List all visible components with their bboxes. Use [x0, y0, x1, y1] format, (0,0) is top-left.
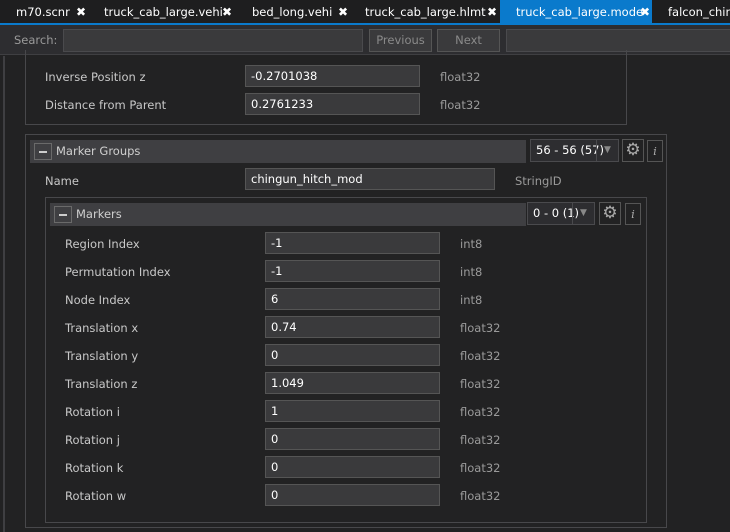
field-input[interactable]: -1: [265, 260, 440, 282]
field-type: float32: [440, 98, 481, 112]
field-type: int8: [460, 293, 483, 307]
field-input[interactable]: -1: [265, 232, 440, 254]
field-type: int8: [460, 237, 483, 251]
markers-panel: Markers 0 - 0 (1) ▼ ⚙ i Region Index -1 int…: [45, 197, 647, 523]
field-type: float32: [460, 433, 501, 447]
field-label: Rotation j: [65, 433, 120, 447]
selector-value: 56 - 56 (57): [536, 143, 604, 157]
marker-groups-panel: Marker Groups 56 - 56 (57) ▼ ⚙ i Name chi…: [25, 134, 667, 528]
field-input[interactable]: 0: [265, 428, 440, 450]
field-label: Distance from Parent: [45, 98, 167, 112]
next-button[interactable]: Next: [437, 29, 500, 52]
field-input[interactable]: 0: [265, 456, 440, 478]
field-type: float32: [460, 461, 501, 475]
gear-icon[interactable]: ⚙: [622, 139, 644, 162]
chevron-down-icon[interactable]: ▼: [596, 140, 618, 161]
close-icon[interactable]: ✖: [338, 0, 348, 24]
field-type: int8: [460, 265, 483, 279]
info-icon[interactable]: i: [647, 140, 663, 162]
field-label: Region Index: [65, 237, 140, 251]
tab-label: truck_cab_large.vehi: [104, 5, 223, 19]
close-icon[interactable]: ✖: [487, 0, 497, 24]
field-input[interactable]: 1.049: [265, 372, 440, 394]
left-scroll-edge: [3, 56, 5, 532]
close-icon[interactable]: ✖: [76, 0, 86, 24]
previous-button[interactable]: Previous: [369, 29, 432, 52]
tab-label: bed_long.vehi: [252, 5, 333, 19]
markers-selector[interactable]: 0 - 0 (1) ▼: [527, 202, 595, 225]
tab[interactable]: truck_cab_large.mode ✖: [500, 0, 652, 23]
name-type: StringID: [515, 174, 562, 188]
close-icon[interactable]: ✖: [222, 0, 232, 24]
field-type: float32: [460, 489, 501, 503]
field-input[interactable]: 0: [265, 344, 440, 366]
markers-header[interactable]: Markers: [50, 203, 526, 226]
tab-label: falcon_chin_: [668, 5, 730, 19]
field-input[interactable]: -0.2701038: [245, 65, 420, 87]
markers-title: Markers: [76, 207, 122, 221]
field-input[interactable]: 1: [265, 400, 440, 422]
field-input[interactable]: 0.2761233: [245, 93, 420, 115]
field-input[interactable]: 0.74: [265, 316, 440, 338]
name-label: Name: [45, 174, 79, 188]
tab[interactable]: bed_long.vehi ✖: [236, 0, 349, 23]
chevron-down-icon[interactable]: ▼: [572, 203, 594, 224]
field-label: Permutation Index: [65, 265, 171, 279]
name-field[interactable]: chingun_hitch_mod: [245, 168, 495, 190]
field-label: Translation y: [65, 349, 139, 363]
marker-groups-header[interactable]: Marker Groups: [30, 140, 526, 163]
field-label: Rotation i: [65, 405, 120, 419]
tab-label: truck_cab_large.mode: [516, 5, 644, 19]
tab-bar: m70.scnr ✖ truck_cab_large.vehi ✖ bed_long.v…: [0, 0, 730, 25]
marker-groups-selector[interactable]: 56 - 56 (57) ▼: [530, 139, 619, 162]
collapse-icon[interactable]: [34, 143, 52, 160]
close-icon[interactable]: ✖: [640, 0, 650, 24]
field-label: Translation x: [65, 321, 139, 335]
search-label: Search:: [14, 33, 58, 47]
tab[interactable]: m70.scnr ✖: [0, 0, 88, 23]
tab[interactable]: truck_cab_large.vehi ✖: [88, 0, 236, 23]
tab[interactable]: falcon_chin_: [652, 0, 730, 23]
field-label: Rotation k: [65, 461, 124, 475]
field-label: Node Index: [65, 293, 131, 307]
field-type: float32: [460, 377, 501, 391]
gear-icon[interactable]: ⚙: [599, 202, 621, 225]
search-extra-field[interactable]: [506, 29, 730, 52]
field-type: float32: [460, 405, 501, 419]
field-type: float32: [460, 321, 501, 335]
field-label: Rotation w: [65, 489, 127, 503]
tab-label: truck_cab_large.hlmt: [365, 5, 486, 19]
info-icon[interactable]: i: [625, 203, 641, 225]
field-input[interactable]: 6: [265, 288, 440, 310]
tab-label: m70.scnr: [16, 5, 70, 19]
field-type: float32: [440, 70, 481, 84]
field-type: float32: [460, 349, 501, 363]
collapse-icon[interactable]: [54, 206, 72, 223]
field-label: Inverse Position z: [45, 70, 146, 84]
field-input[interactable]: 0: [265, 484, 440, 506]
field-label: Translation z: [65, 377, 138, 391]
tab[interactable]: truck_cab_large.hlmt ✖: [349, 0, 500, 23]
search-input[interactable]: [63, 29, 363, 52]
marker-groups-title: Marker Groups: [56, 144, 141, 158]
